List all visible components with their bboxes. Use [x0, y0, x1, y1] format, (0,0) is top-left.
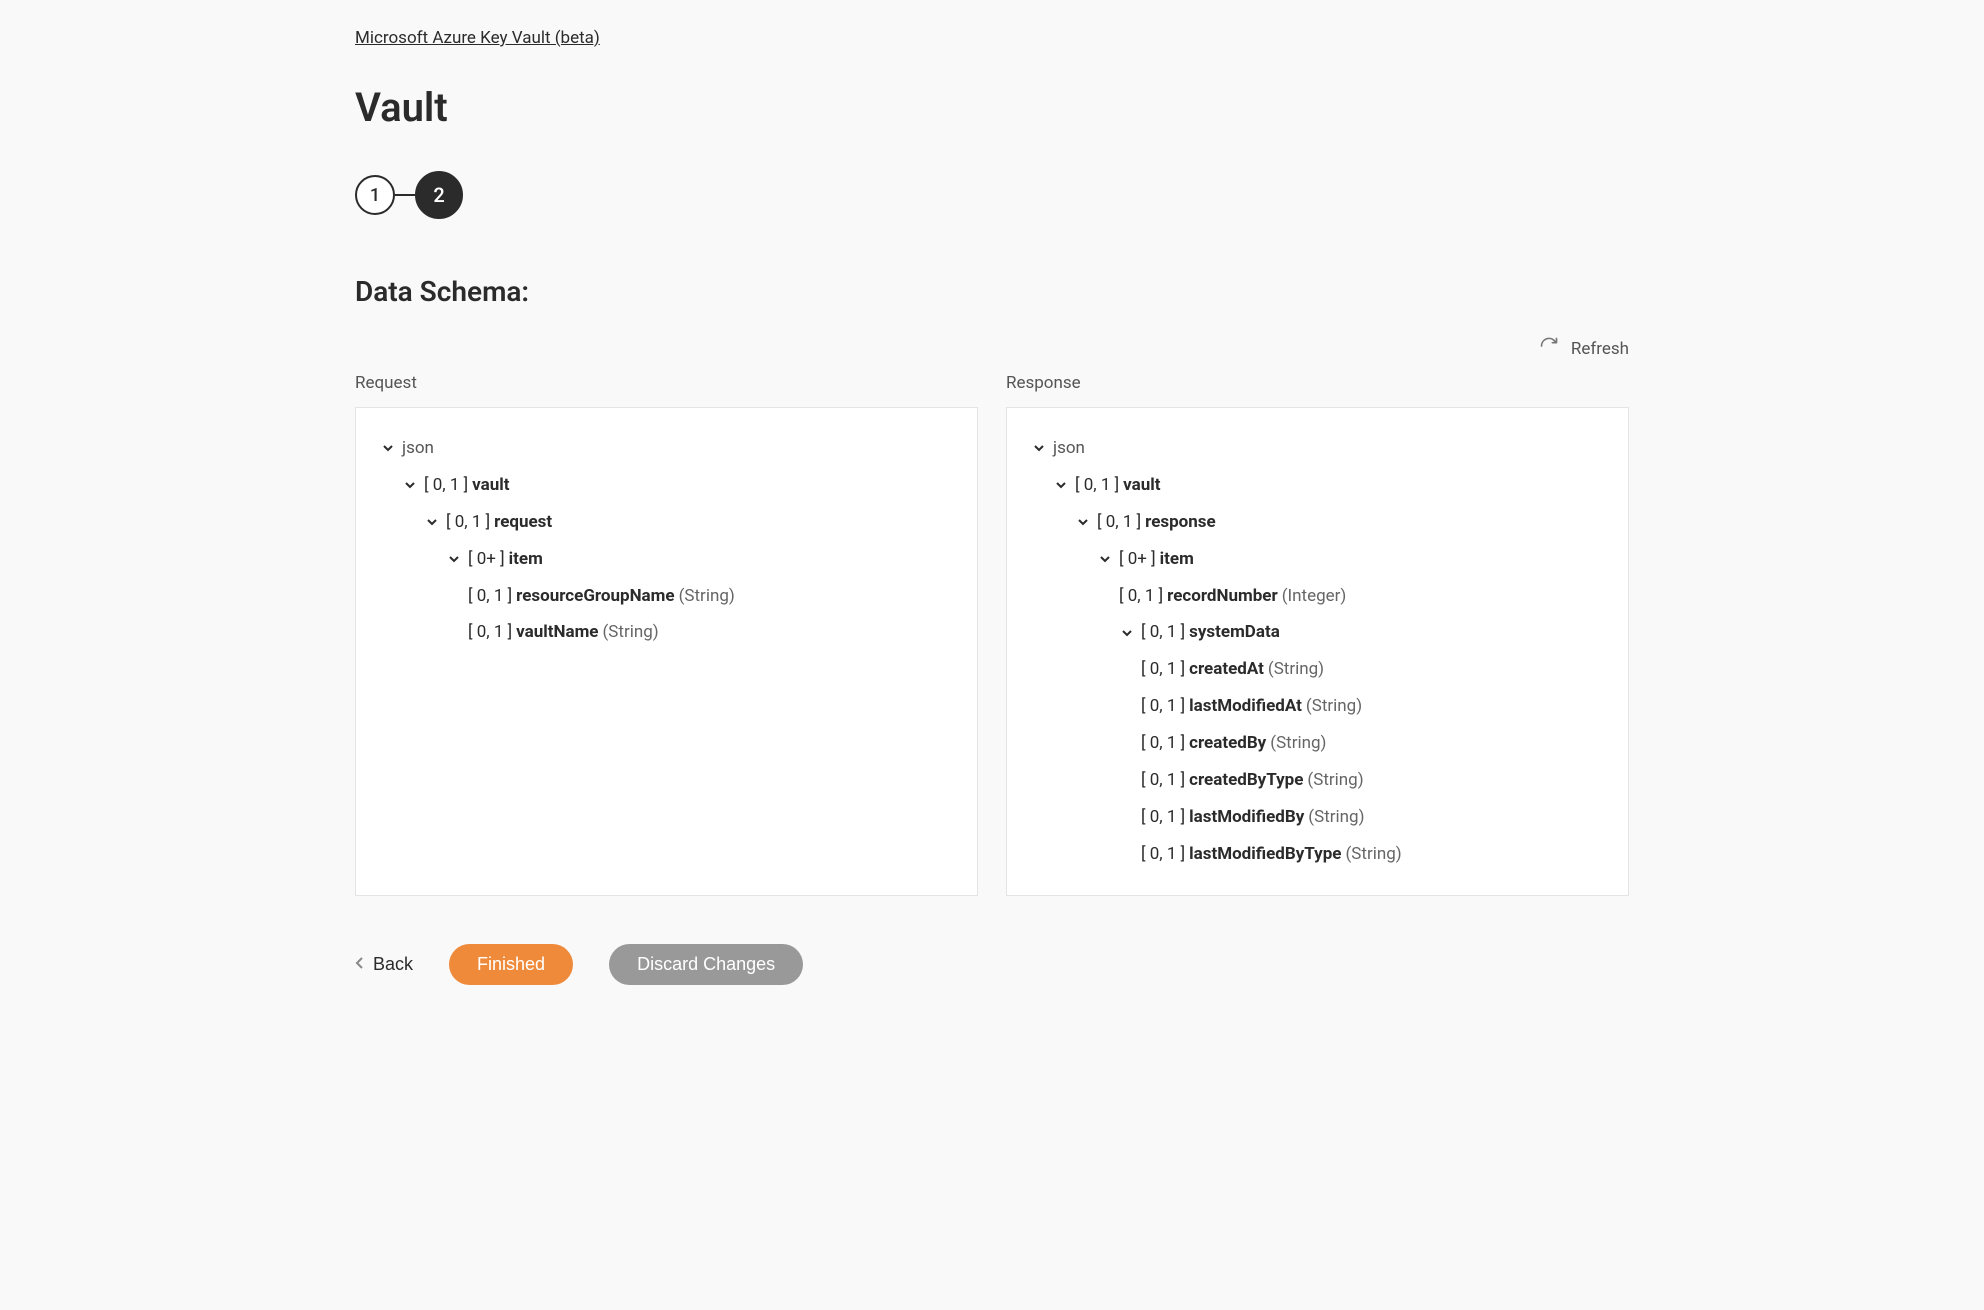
tree-row: [ 0, 1 ] createdAt (String): [1031, 651, 1604, 688]
tree-row: [ 0, 1 ] lastModifiedBy (String): [1031, 799, 1604, 836]
refresh-icon: [1539, 336, 1559, 361]
tree-row: json: [380, 430, 953, 467]
page-title: Vault: [355, 84, 1629, 131]
step-connector: [395, 194, 415, 196]
tree-row: [ 0, 1 ] lastModifiedAt (String): [1031, 688, 1604, 725]
tree-node-label: systemData: [1189, 618, 1280, 647]
chevron-down-icon[interactable]: [1053, 477, 1069, 493]
cardinality: [ 0, 1 ]: [424, 471, 468, 500]
tree-node-type: (String): [1307, 766, 1363, 795]
finished-button[interactable]: Finished: [449, 944, 573, 985]
tree-row: [ 0+ ] item: [1031, 541, 1604, 578]
tree-node-label: lastModifiedAt: [1189, 692, 1302, 721]
tree-row: [ 0, 1 ] vault: [1031, 467, 1604, 504]
tree-node-label: lastModifiedByType: [1189, 840, 1341, 869]
tree-row: [ 0, 1 ] createdBy (String): [1031, 725, 1604, 762]
stepper: 1 2: [355, 171, 1629, 219]
tree-node-label: resourceGroupName: [516, 582, 674, 611]
chevron-down-icon[interactable]: [1075, 514, 1091, 530]
chevron-down-icon[interactable]: [424, 514, 440, 530]
cardinality: [ 0, 1 ]: [1119, 582, 1163, 611]
response-panel: json [ 0, 1 ] vault [ 0, 1 ] response: [1006, 407, 1629, 896]
tree-node-label: request: [494, 508, 552, 537]
tree-row: [ 0, 1 ] recordNumber (Integer): [1031, 578, 1604, 615]
request-panel-label: Request: [355, 373, 978, 393]
tree-node-type: (Integer): [1282, 582, 1347, 611]
request-panel: json [ 0, 1 ] vault [ 0, 1 ] request: [355, 407, 978, 896]
chevron-left-icon: [355, 954, 365, 975]
cardinality: [ 0, 1 ]: [1141, 618, 1185, 647]
chevron-down-icon[interactable]: [1119, 625, 1135, 641]
tree-node-type: (String): [1306, 692, 1362, 721]
breadcrumb-link[interactable]: Microsoft Azure Key Vault (beta): [355, 28, 600, 48]
cardinality: [ 0, 1 ]: [1075, 471, 1119, 500]
tree-row: [ 0, 1 ] vaultName (String): [380, 614, 953, 651]
tree-node-type: (String): [679, 582, 735, 611]
chevron-down-icon[interactable]: [446, 551, 462, 567]
tree-row: json: [1031, 430, 1604, 467]
tree-row: [ 0, 1 ] vault: [380, 467, 953, 504]
tree-row: [ 0, 1 ] createdByType (String): [1031, 762, 1604, 799]
tree-row: [ 0, 1 ] resourceGroupName (String): [380, 578, 953, 615]
tree-node-label: createdAt: [1189, 655, 1264, 684]
tree-node-label: createdByType: [1189, 766, 1303, 795]
cardinality: [ 0, 1 ]: [1141, 729, 1185, 758]
cardinality: [ 0, 1 ]: [1141, 655, 1185, 684]
tree-row: [ 0, 1 ] request: [380, 504, 953, 541]
tree-node-label: lastModifiedBy: [1189, 803, 1304, 832]
refresh-button[interactable]: Refresh: [355, 336, 1629, 361]
chevron-down-icon[interactable]: [380, 440, 396, 456]
cardinality: [ 0, 1 ]: [468, 618, 512, 647]
section-title: Data Schema:: [355, 275, 1629, 308]
tree-row: [ 0, 1 ] response: [1031, 504, 1604, 541]
tree-node-type: (String): [602, 618, 658, 647]
chevron-down-icon[interactable]: [1031, 440, 1047, 456]
tree-node-label: vaultName: [516, 618, 598, 647]
tree-row: [ 0, 1 ] systemData: [1031, 614, 1604, 651]
cardinality: [ 0, 1 ]: [468, 582, 512, 611]
tree-node-label: response: [1145, 508, 1216, 537]
response-panel-label: Response: [1006, 373, 1629, 393]
back-button[interactable]: Back: [355, 954, 413, 975]
chevron-down-icon[interactable]: [402, 477, 418, 493]
cardinality: [ 0, 1 ]: [1141, 803, 1185, 832]
tree-node-label: item: [1160, 545, 1194, 574]
back-label: Back: [373, 954, 413, 975]
cardinality: [ 0, 1 ]: [1141, 840, 1185, 869]
tree-node-type: (String): [1268, 655, 1324, 684]
cardinality: [ 0, 1 ]: [446, 508, 490, 537]
step-2[interactable]: 2: [415, 171, 463, 219]
tree-node-label: vault: [472, 471, 509, 500]
tree-node-label: json: [402, 434, 434, 463]
tree-node-label: json: [1053, 434, 1085, 463]
tree-node-type: (String): [1308, 803, 1364, 832]
tree-node-type: (String): [1270, 729, 1326, 758]
tree-node-label: createdBy: [1189, 729, 1266, 758]
chevron-down-icon[interactable]: [1097, 551, 1113, 567]
tree-node-label: vault: [1123, 471, 1160, 500]
cardinality: [ 0+ ]: [1119, 545, 1156, 574]
cardinality: [ 0+ ]: [468, 545, 505, 574]
discard-changes-button[interactable]: Discard Changes: [609, 944, 803, 985]
cardinality: [ 0, 1 ]: [1141, 766, 1185, 795]
tree-node-type: (String): [1345, 840, 1401, 869]
tree-row: [ 0, 1 ] lastModifiedByType (String): [1031, 836, 1604, 873]
tree-row: [ 0+ ] item: [380, 541, 953, 578]
tree-node-label: recordNumber: [1167, 582, 1278, 611]
step-1[interactable]: 1: [355, 175, 395, 215]
cardinality: [ 0, 1 ]: [1097, 508, 1141, 537]
cardinality: [ 0, 1 ]: [1141, 692, 1185, 721]
refresh-label: Refresh: [1571, 339, 1629, 359]
tree-node-label: item: [509, 545, 543, 574]
